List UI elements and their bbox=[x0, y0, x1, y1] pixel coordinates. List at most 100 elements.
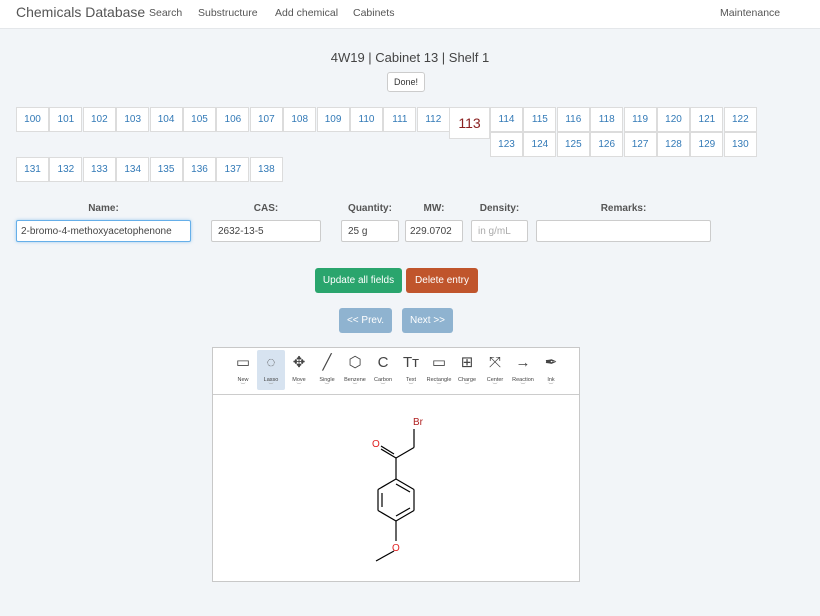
tool-text[interactable]: TтText︶ bbox=[397, 350, 425, 390]
shelf-button-106[interactable]: 106 bbox=[216, 107, 249, 132]
nav-cabinets[interactable]: Cabinets bbox=[353, 7, 394, 19]
quantity-label: Quantity: bbox=[341, 203, 399, 214]
chevron-down-icon: ︶ bbox=[425, 384, 453, 389]
shelf-button-108[interactable]: 108 bbox=[283, 107, 316, 132]
shelf-button-130[interactable]: 130 bbox=[724, 132, 757, 157]
tool-benzene[interactable]: ⬡Benzene︶ bbox=[341, 350, 369, 390]
chevron-down-icon: ︶ bbox=[481, 384, 509, 389]
benzene-icon: ⬡ bbox=[341, 350, 369, 376]
shelf-button-113[interactable]: 113 bbox=[449, 107, 490, 139]
shelf-button-102[interactable]: 102 bbox=[83, 107, 116, 132]
cas-label: CAS: bbox=[211, 203, 321, 214]
tool-reaction[interactable]: →Reaction︶ bbox=[509, 350, 537, 390]
next-button[interactable]: Next >> bbox=[402, 308, 453, 333]
shelf-button-101[interactable]: 101 bbox=[49, 107, 82, 132]
shelf-button-133[interactable]: 133 bbox=[83, 157, 116, 182]
shelf-button-136[interactable]: 136 bbox=[183, 157, 216, 182]
shelf-button-132[interactable]: 132 bbox=[49, 157, 82, 182]
remarks-label: Remarks: bbox=[536, 203, 711, 214]
shelf-button-118[interactable]: 118 bbox=[590, 107, 623, 132]
cas-input[interactable] bbox=[211, 220, 321, 242]
ether-oxygen-atom: O bbox=[392, 543, 400, 554]
tool-new[interactable]: ▭New︶ bbox=[229, 350, 257, 390]
shelf-button-138[interactable]: 138 bbox=[250, 157, 283, 182]
shelf-button-120[interactable]: 120 bbox=[657, 107, 690, 132]
nav-substructure[interactable]: Substructure bbox=[198, 7, 258, 19]
chevron-down-icon: ︶ bbox=[509, 384, 537, 389]
chevron-down-icon: ︶ bbox=[285, 384, 313, 389]
density-label: Density: bbox=[471, 203, 528, 214]
shelf-button-111[interactable]: 111 bbox=[383, 107, 416, 132]
tool-center[interactable]: ⤧Center︶ bbox=[481, 350, 509, 390]
shelf-button-115[interactable]: 115 bbox=[523, 107, 556, 132]
update-all-fields-button[interactable]: Update all fields bbox=[315, 268, 402, 293]
shelf-button-125[interactable]: 125 bbox=[557, 132, 590, 157]
shelf-button-134[interactable]: 134 bbox=[116, 157, 149, 182]
prev-button[interactable]: << Prev. bbox=[339, 308, 392, 333]
shelf-button-109[interactable]: 109 bbox=[317, 107, 350, 132]
tool-single[interactable]: ╱Single︶ bbox=[313, 350, 341, 390]
brand-link[interactable]: Chemicals Database bbox=[16, 4, 145, 20]
shelf-button-127[interactable]: 127 bbox=[624, 132, 657, 157]
chevron-down-icon: ︶ bbox=[341, 384, 369, 389]
tool-carbon[interactable]: CCarbon︶ bbox=[369, 350, 397, 390]
shelf-button-122[interactable]: 122 bbox=[724, 107, 757, 132]
shelf-button-107[interactable]: 107 bbox=[250, 107, 283, 132]
shelf-button-104[interactable]: 104 bbox=[150, 107, 183, 132]
shelf-button-123[interactable]: 123 bbox=[490, 132, 523, 157]
shelf-button-131[interactable]: 131 bbox=[16, 157, 49, 182]
carbonyl-oxygen-atom: O bbox=[372, 439, 380, 450]
shelf-button-137[interactable]: 137 bbox=[216, 157, 249, 182]
delete-entry-button[interactable]: Delete entry bbox=[406, 268, 478, 293]
remarks-input[interactable] bbox=[536, 220, 711, 242]
lasso-icon: ◌ bbox=[257, 350, 285, 376]
structure-editor: ▭New︶◌Lasso︶✥Move︶╱Single︶⬡Benzene︶CCarb… bbox=[212, 347, 580, 582]
shelf-button-103[interactable]: 103 bbox=[116, 107, 149, 132]
quantity-input[interactable] bbox=[341, 220, 399, 242]
shelf-button-128[interactable]: 128 bbox=[657, 132, 690, 157]
tool-lasso[interactable]: ◌Lasso︶ bbox=[257, 350, 285, 390]
ink-pen-icon: ✒ bbox=[537, 350, 565, 376]
tool-ink[interactable]: ✒Ink︶ bbox=[537, 350, 565, 390]
molecule-structure: Br O O bbox=[213, 396, 579, 581]
center-icon: ⤧ bbox=[481, 350, 509, 376]
new-document-icon: ▭ bbox=[229, 350, 257, 376]
charge-icon: ⊞ bbox=[453, 350, 481, 376]
shelf-button-116[interactable]: 116 bbox=[557, 107, 590, 132]
shelf-button-121[interactable]: 121 bbox=[690, 107, 723, 132]
shelf-button-100[interactable]: 100 bbox=[16, 107, 49, 132]
shelf-button-129[interactable]: 129 bbox=[690, 132, 723, 157]
single-bond-icon: ╱ bbox=[313, 350, 341, 376]
tool-rectangle[interactable]: ▭Rectangle︶ bbox=[425, 350, 453, 390]
ring-double-bond bbox=[396, 508, 410, 516]
mw-label: MW: bbox=[405, 203, 463, 214]
text-icon: Tт bbox=[397, 350, 425, 376]
shelf-button-126[interactable]: 126 bbox=[590, 132, 623, 157]
shelf-button-110[interactable]: 110 bbox=[350, 107, 383, 132]
ring-bond bbox=[396, 479, 414, 490]
tool-move[interactable]: ✥Move︶ bbox=[285, 350, 313, 390]
chevron-down-icon: ︶ bbox=[369, 384, 397, 389]
name-input[interactable] bbox=[16, 220, 191, 242]
shelf-button-114[interactable]: 114 bbox=[490, 107, 523, 132]
shelf-button-105[interactable]: 105 bbox=[183, 107, 216, 132]
shelf-button-119[interactable]: 119 bbox=[624, 107, 657, 132]
shelf-button-135[interactable]: 135 bbox=[150, 157, 183, 182]
shelf-button-112[interactable]: 112 bbox=[417, 107, 450, 132]
bromine-atom: Br bbox=[413, 417, 424, 428]
nav-search[interactable]: Search bbox=[149, 7, 182, 19]
ring-bond bbox=[378, 511, 396, 522]
mw-input[interactable] bbox=[405, 220, 463, 242]
navbar: Chemicals Database Search Substructure A… bbox=[0, 0, 820, 29]
drawing-canvas[interactable]: Br O O bbox=[213, 396, 579, 581]
chevron-down-icon: ︶ bbox=[229, 384, 257, 389]
tool-charge[interactable]: ⊞Charge︶ bbox=[453, 350, 481, 390]
done-button[interactable]: Done! bbox=[387, 72, 425, 92]
chevron-down-icon: ︶ bbox=[313, 384, 341, 389]
nav-maintenance[interactable]: Maintenance bbox=[720, 7, 780, 19]
bond bbox=[396, 448, 414, 459]
chevron-down-icon: ︶ bbox=[257, 384, 285, 389]
nav-add-chemical[interactable]: Add chemical bbox=[275, 7, 338, 19]
shelf-button-124[interactable]: 124 bbox=[523, 132, 556, 157]
density-input[interactable] bbox=[471, 220, 528, 242]
